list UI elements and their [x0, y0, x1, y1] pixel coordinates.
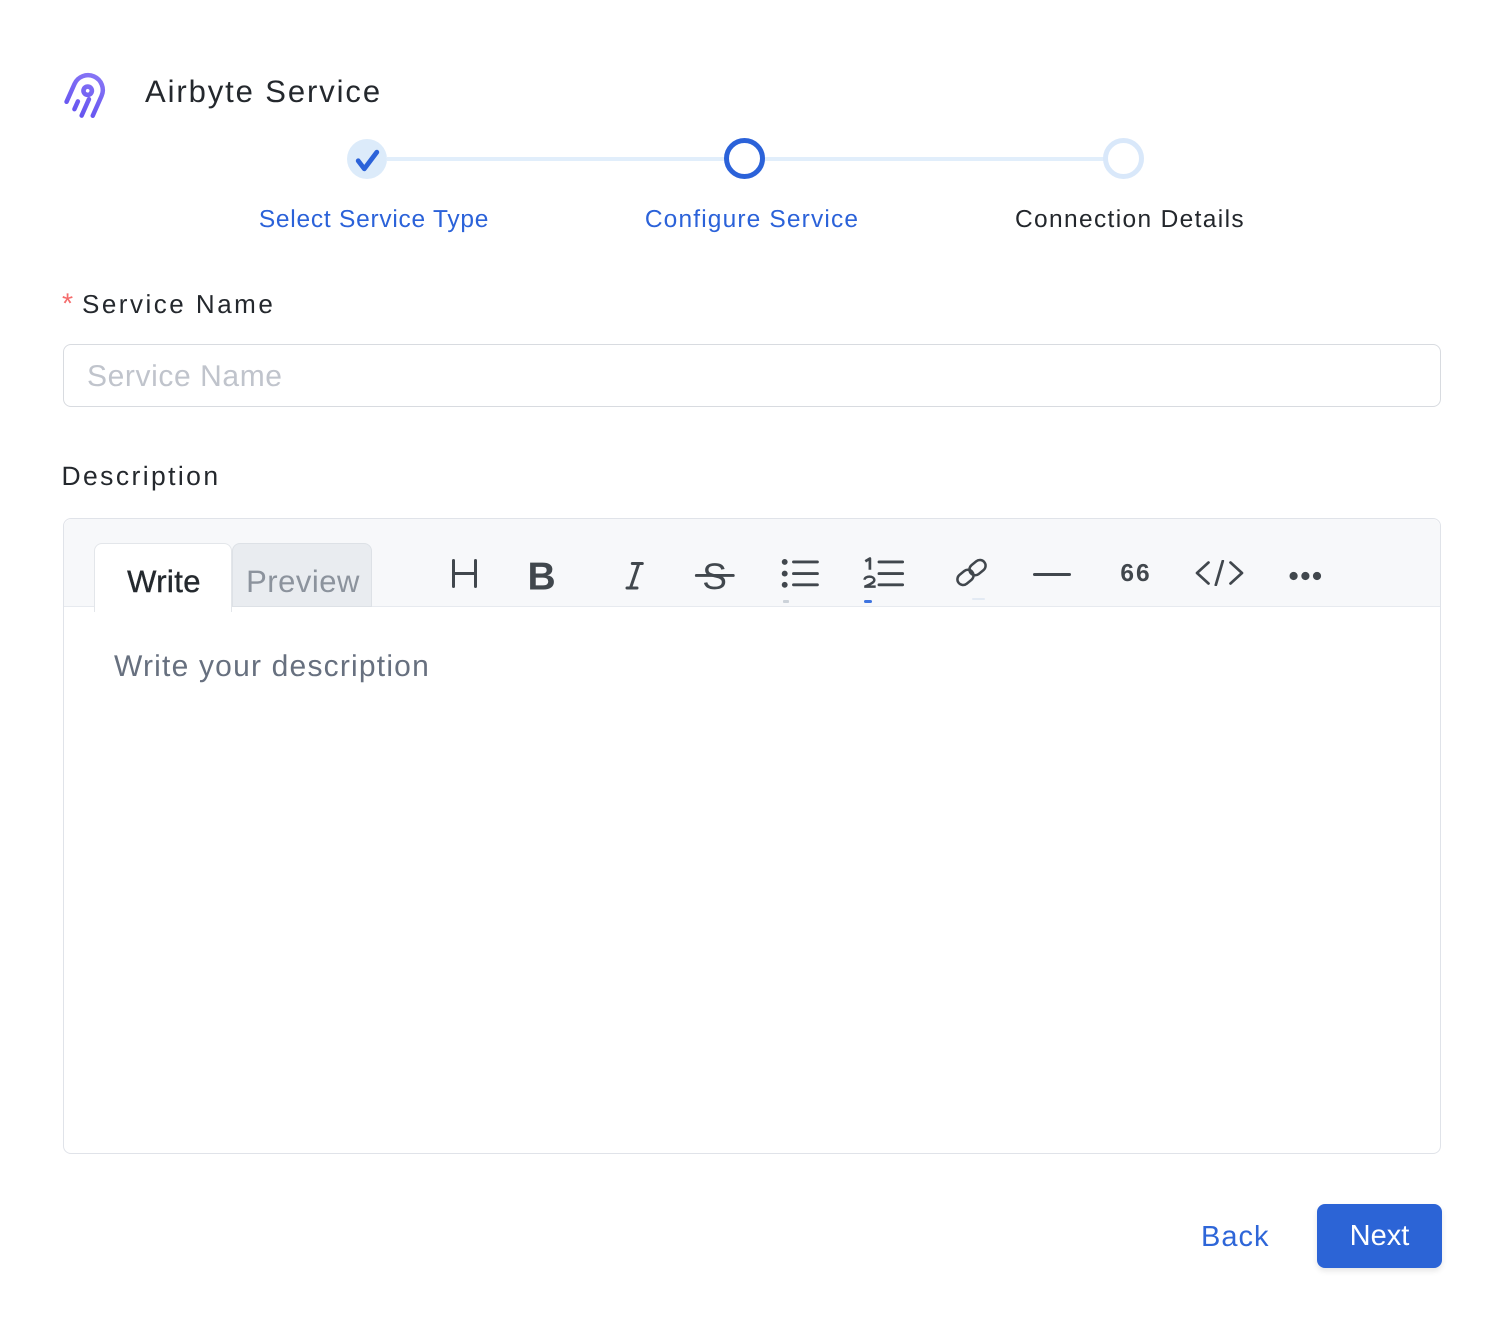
- svg-text:66: 66: [1120, 560, 1151, 586]
- svg-text:Next: Next: [1350, 1220, 1410, 1252]
- svg-text:B: B: [528, 556, 556, 596]
- svg-text:Write: Write: [127, 564, 201, 599]
- svg-text:Preview: Preview: [246, 564, 360, 599]
